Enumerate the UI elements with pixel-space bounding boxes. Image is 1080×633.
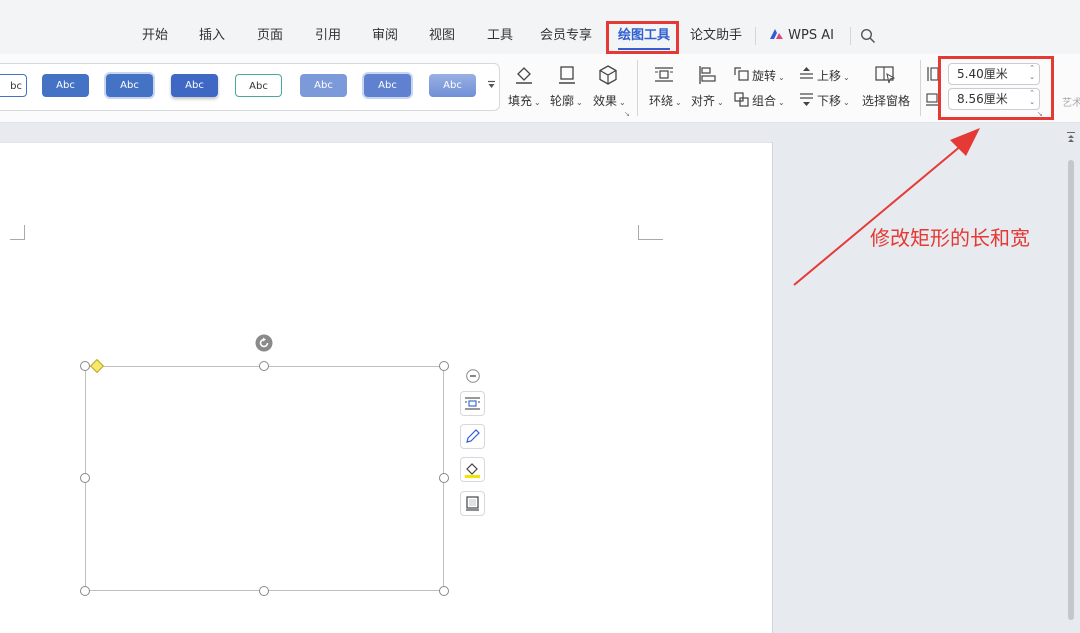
resize-handle[interactable] xyxy=(439,473,449,483)
selected-rectangle[interactable] xyxy=(85,366,444,591)
tab-tools[interactable]: 工具 xyxy=(487,26,513,46)
crop-mark xyxy=(638,225,663,240)
pen-icon xyxy=(466,429,480,443)
effect-button[interactable]: 效果 ⌄ xyxy=(593,92,626,109)
resize-handle[interactable] xyxy=(259,586,269,596)
float-shape-style-button[interactable] xyxy=(460,491,485,516)
group-icon xyxy=(734,92,749,107)
align-icon xyxy=(699,66,716,84)
resize-handle[interactable] xyxy=(259,361,269,371)
resize-handle[interactable] xyxy=(80,361,90,371)
tab-paper-assistant[interactable]: 论文助手 xyxy=(690,26,742,46)
float-outline-button[interactable] xyxy=(460,424,485,449)
crop-mark xyxy=(10,225,25,240)
effect-label: 效果 xyxy=(593,94,618,108)
annotation-text: 修改矩形的长和宽 xyxy=(870,226,1030,250)
style-preset-8[interactable]: Abc xyxy=(429,74,476,97)
tab-review[interactable]: 审阅 xyxy=(372,26,398,46)
fill-button[interactable]: 填充 ⌄ xyxy=(508,92,541,109)
tab-divider xyxy=(755,27,756,45)
tab-divider xyxy=(850,27,851,45)
outline-label: 轮廓 xyxy=(550,94,575,108)
scroll-up-icon[interactable] xyxy=(1066,131,1076,145)
tab-member[interactable]: 会员专享 xyxy=(540,26,592,46)
collapse-toolbar-icon[interactable] xyxy=(466,369,480,383)
outline-icon xyxy=(559,66,575,84)
resize-handle[interactable] xyxy=(439,586,449,596)
tab-page[interactable]: 页面 xyxy=(257,26,283,46)
effect-cube-icon xyxy=(599,65,617,85)
tab-view[interactable]: 视图 xyxy=(429,26,455,46)
tab-home[interactable]: 开始 xyxy=(142,26,168,46)
vertical-scrollbar[interactable] xyxy=(1066,130,1076,622)
fill-label: 填充 xyxy=(508,94,533,108)
resize-handle[interactable] xyxy=(80,473,90,483)
style-preset-7[interactable]: Abc xyxy=(364,74,411,97)
style-preset-5[interactable]: Abc xyxy=(235,74,282,97)
selection-pane-icon xyxy=(875,66,896,84)
text-wrap-icon xyxy=(465,397,480,410)
style-preset-2[interactable]: Abc xyxy=(42,74,89,97)
wps-ai-logo-icon xyxy=(770,29,783,39)
scrollbar-thumb[interactable] xyxy=(1068,160,1074,620)
tab-wps-ai[interactable]: WPS AI xyxy=(769,26,834,46)
bring-forward-button[interactable]: 上移 ⌄ xyxy=(817,67,850,84)
style-preset-1[interactable]: bc xyxy=(0,74,27,97)
style-preset-6[interactable]: Abc xyxy=(300,74,347,97)
shape-style-icon xyxy=(466,496,479,511)
bring-forward-icon xyxy=(800,67,813,79)
align-button[interactable]: 对齐 ⌄ xyxy=(691,92,724,109)
style-preset-4[interactable]: Abc xyxy=(171,74,218,97)
rotate-label: 旋转 xyxy=(752,69,777,83)
wrap-button[interactable]: 环绕 ⌄ xyxy=(649,92,682,109)
drawing-tools-highlight-box xyxy=(606,21,679,54)
wrap-label: 环绕 xyxy=(649,94,674,108)
annotation-arrow-icon xyxy=(793,128,980,286)
tab-references[interactable]: 引用 xyxy=(315,26,341,46)
style-preset-3[interactable]: Abc xyxy=(106,74,153,97)
group-divider xyxy=(637,60,638,116)
bring-forward-label: 上移 xyxy=(817,69,842,83)
art-text-label[interactable]: 艺术 xyxy=(1062,94,1080,109)
search-icon[interactable] xyxy=(860,28,876,44)
resize-handle[interactable] xyxy=(80,586,90,596)
resize-handle[interactable] xyxy=(439,361,449,371)
ribbon-tab-bar: 开始 插入 页面 引用 审阅 视图 工具 会员专享 绘图工具 论文助手 WPS … xyxy=(0,0,1080,54)
float-fill-button[interactable] xyxy=(460,457,485,482)
rotate-button[interactable]: 旋转 ⌄ xyxy=(752,67,785,84)
fill-bucket-icon xyxy=(516,67,532,84)
text-wrap-icon xyxy=(655,67,673,82)
tab-wps-ai-label: WPS AI xyxy=(788,28,834,43)
tab-insert[interactable]: 插入 xyxy=(199,26,225,46)
rotate-handle-icon[interactable] xyxy=(255,334,273,352)
rotate-icon xyxy=(734,67,749,81)
chevron-down-icon[interactable] xyxy=(487,80,496,90)
float-wrap-button[interactable] xyxy=(460,391,485,416)
fill-bucket-icon xyxy=(465,463,480,478)
outline-button[interactable]: 轮廓 ⌄ xyxy=(550,92,583,109)
group-label: 组合 xyxy=(752,94,777,108)
align-label: 对齐 xyxy=(691,94,716,108)
dialog-launcher-icon[interactable]: ↘ xyxy=(624,110,630,118)
